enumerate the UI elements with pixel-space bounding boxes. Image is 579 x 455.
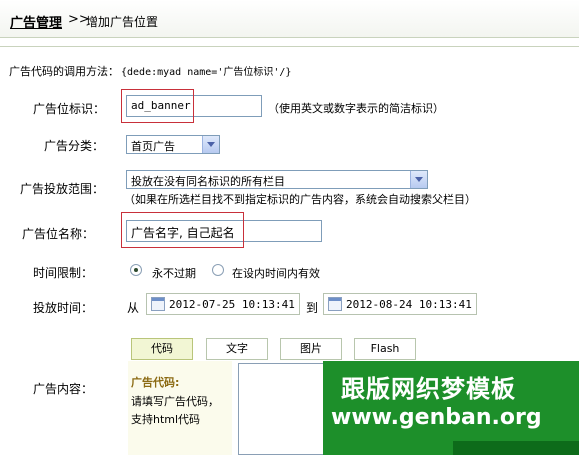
tag-label: 广告位标识： bbox=[33, 102, 106, 116]
tab-text[interactable]: 文字 bbox=[206, 338, 268, 360]
tag-highlight-box bbox=[121, 89, 194, 123]
page-title: 增加广告位置 bbox=[86, 15, 159, 29]
schedule-label: 投放时间： bbox=[33, 301, 94, 315]
calendar-icon[interactable] bbox=[151, 297, 165, 311]
page-header: 广告管理 >> 增加广告位置 bbox=[0, 0, 579, 38]
radio-forever-label: 永不过期 bbox=[152, 267, 196, 280]
tag-hint: （使用英文或数字表示的简洁标识） bbox=[268, 102, 444, 115]
code-help-line1: 请填写广告代码， bbox=[131, 395, 219, 408]
radio-range-label: 在设内时间内有效 bbox=[232, 267, 320, 280]
radio-range[interactable] bbox=[212, 264, 224, 276]
end-date-value: 2012-08-24 10:13:41 bbox=[346, 298, 472, 311]
to-label: 到 bbox=[306, 301, 319, 315]
code-help-heading: 广告代码: bbox=[131, 376, 180, 389]
tab-code[interactable]: 代码 bbox=[131, 338, 193, 360]
time-limit-label: 时间限制： bbox=[33, 266, 94, 280]
watermark-line2: www.genban.org bbox=[331, 405, 542, 430]
usage-label: 广告代码的调用方法： bbox=[9, 65, 119, 78]
scope-selected-value: 投放在没有同名标识的所有栏目 bbox=[131, 175, 285, 188]
content-label: 广告内容： bbox=[33, 382, 94, 396]
chevron-down-icon[interactable] bbox=[410, 171, 427, 188]
chevron-down-icon[interactable] bbox=[202, 136, 219, 153]
tab-image[interactable]: 图片 bbox=[280, 338, 342, 360]
from-label: 从 bbox=[127, 301, 140, 315]
tab-flash[interactable]: Flash bbox=[354, 338, 416, 360]
scope-select[interactable]: 投放在没有同名标识的所有栏目 bbox=[126, 170, 428, 189]
calendar-icon[interactable] bbox=[328, 297, 342, 311]
code-help-line2: 支持html代码 bbox=[131, 413, 201, 426]
watermark-stripe bbox=[453, 441, 579, 455]
name-label: 广告位名称： bbox=[22, 227, 95, 241]
usage-note: 广告代码的调用方法： {dede:myad name='广告位标识'/} bbox=[9, 63, 291, 79]
category-selected-value: 首页广告 bbox=[131, 140, 175, 153]
start-date-value: 2012-07-25 10:13:41 bbox=[169, 298, 295, 311]
code-help-panel: 广告代码: 请填写广告代码， 支持html代码 bbox=[128, 361, 232, 455]
category-select[interactable]: 首页广告 bbox=[126, 135, 220, 154]
usage-code: {dede:myad name='广告位标识'/} bbox=[121, 67, 292, 78]
scope-label: 广告投放范围： bbox=[20, 182, 105, 196]
end-date-input[interactable]: 2012-08-24 10:13:41 bbox=[323, 293, 477, 315]
scope-hint: （如果在所选栏目找不到指定标识的广告内容，系统会自动搜索父栏目） bbox=[124, 193, 476, 206]
watermark-banner: 跟版网织梦模板 www.genban.org bbox=[323, 361, 579, 455]
category-label: 广告分类： bbox=[44, 139, 105, 153]
radio-forever[interactable] bbox=[130, 264, 142, 276]
start-date-input[interactable]: 2012-07-25 10:13:41 bbox=[146, 293, 300, 315]
name-highlight-box bbox=[121, 212, 244, 248]
module-title-link[interactable]: 广告管理 bbox=[10, 12, 62, 31]
watermark-line1: 跟版网织梦模板 bbox=[341, 375, 516, 403]
